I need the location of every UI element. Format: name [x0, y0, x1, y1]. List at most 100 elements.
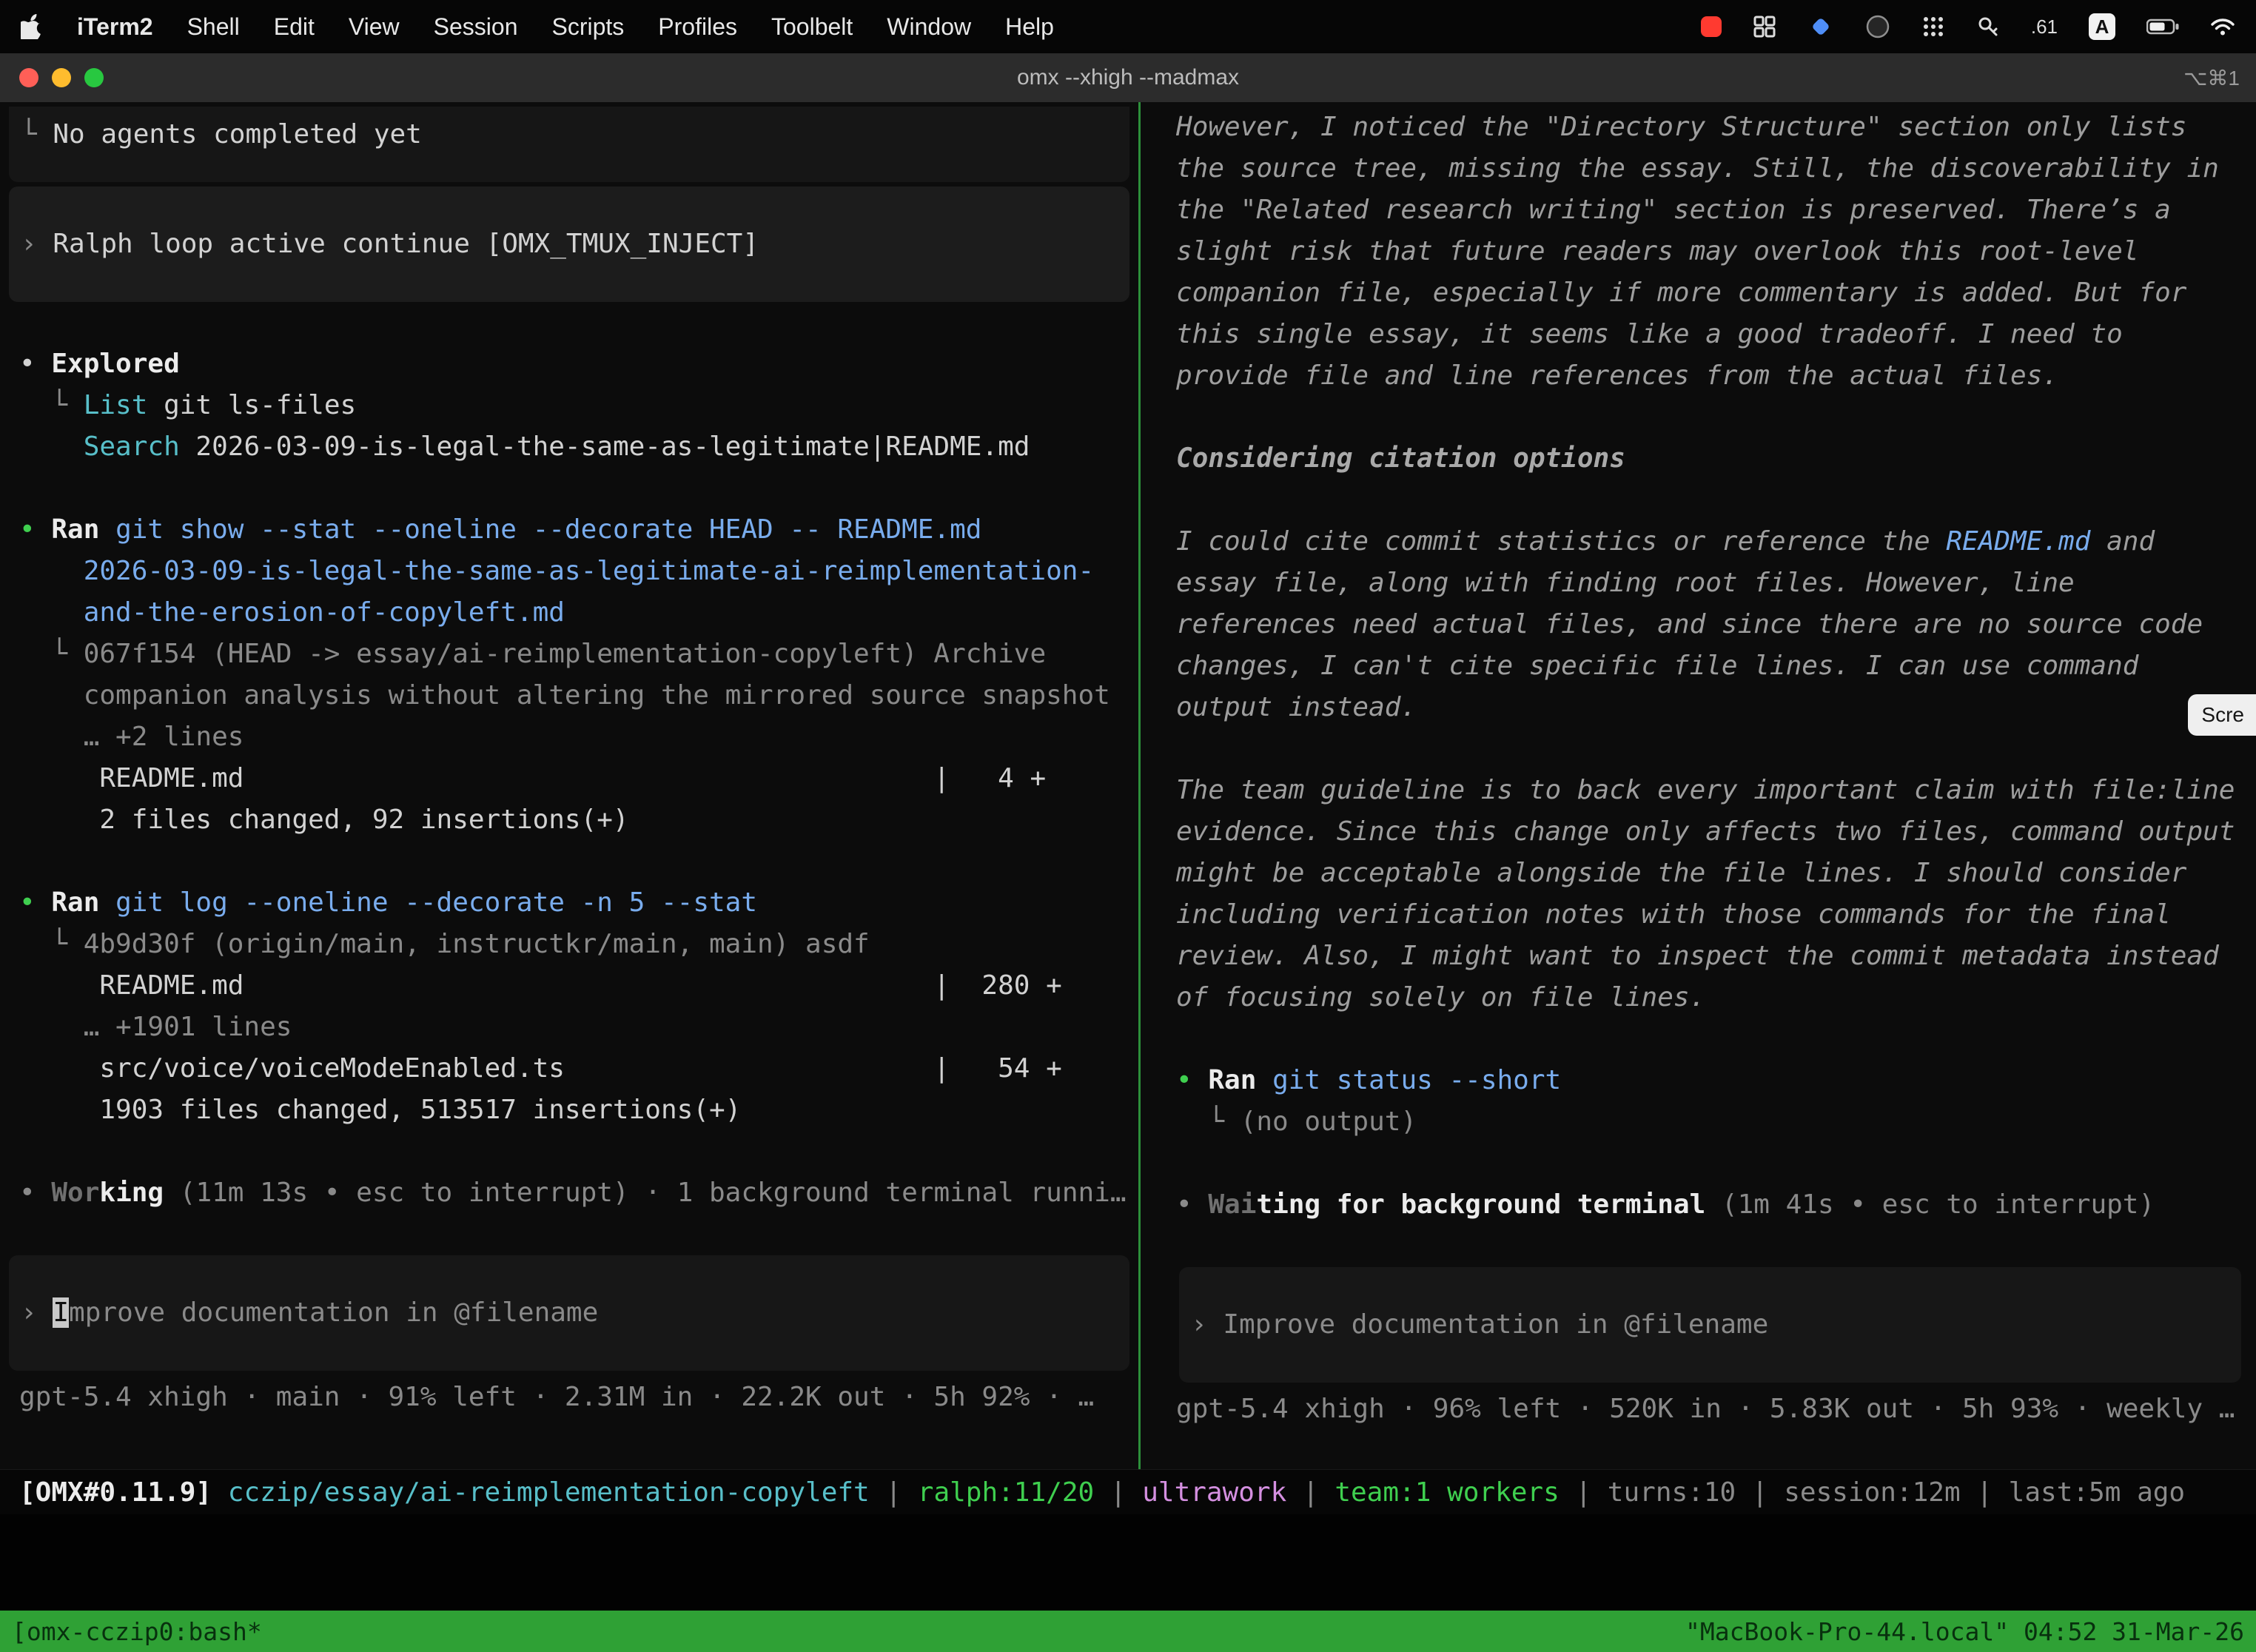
terminal-line: • Ran git status --short [1176, 1060, 2247, 1101]
menu-item-edit[interactable]: Edit [274, 13, 315, 41]
terminal-line: output instead. [1176, 687, 2247, 728]
minimize-button[interactable] [52, 68, 71, 87]
prompt-input[interactable]: › Improve documentation in @filename [9, 1255, 1129, 1371]
tmux-status-bar: [omx-cczip0:bash* "MacBook-Pro-44.local"… [0, 1611, 2256, 1652]
screen-share-tooltip[interactable]: Scre [2188, 694, 2256, 736]
terminal-line [1176, 1018, 2247, 1060]
window-shortcut-badge: ⌥⌘1 [2183, 66, 2256, 90]
zoom-button[interactable] [84, 68, 104, 87]
menu-bar: iTerm2 Shell Edit View Session Scripts P… [0, 0, 2256, 53]
menu-item-scripts[interactable]: Scripts [551, 13, 624, 41]
terminal-line: gpt-5.4 xhigh · 96% left · 520K in · 5.8… [1176, 1389, 2247, 1430]
menu-item-profiles[interactable]: Profiles [658, 13, 737, 41]
terminal-block: • Explored └ List git ls-files Search 20… [0, 302, 1138, 1214]
terminal-line [1176, 728, 2247, 770]
terminal-line [1176, 480, 2247, 521]
prompt-input[interactable]: › Improve documentation in @filename [1179, 1267, 2241, 1383]
terminal-line: • Ran git log --oneline --decorate -n 5 … [19, 882, 1135, 924]
app-switcher-grid-icon[interactable] [1921, 15, 1945, 38]
pane-left[interactable]: └ No agents completed yet › Ralph loop ac… [0, 102, 1138, 1469]
terminal-line [1176, 397, 2247, 438]
terminal-line: provide file and line references from th… [1176, 355, 2247, 397]
terminal-line: the source tree, missing the essay. Stil… [1176, 148, 2247, 189]
terminal-line: of focusing solely on file lines. [1176, 977, 2247, 1018]
terminal-line: essay file, along with finding root file… [1176, 563, 2247, 604]
grid-app-icon[interactable] [1753, 15, 1776, 38]
terminal-line [1176, 1143, 2247, 1184]
terminal-line: › Ralph loop active continue [OMX_TMUX_I… [21, 224, 1118, 265]
terminal-line: … +2 lines [19, 716, 1135, 758]
window-title-bar[interactable]: omx --xhigh --madmax ⌥⌘1 [0, 53, 2256, 103]
terminal-line: 1903 files changed, 513517 insertions(+) [19, 1089, 1135, 1131]
omx-status-bar: [OMX#0.11.9] cczip/essay/ai-reimplementa… [0, 1469, 2256, 1514]
menu-item-help[interactable]: Help [1005, 13, 1054, 41]
terminal-line: including verification notes with those … [1176, 894, 2247, 936]
input-source-indicator[interactable]: A [2089, 13, 2115, 40]
terminal-block: gpt-5.4 xhigh · main · 91% left · 2.31M … [0, 1371, 1138, 1418]
terminal-line [19, 841, 1135, 882]
battery-icon[interactable] [2146, 18, 2179, 36]
terminal-line: this single essay, it seems like a good … [1176, 314, 2247, 355]
terminal-line: └ No agents completed yet [21, 114, 1118, 155]
terminal-line: companion file, especially if more comme… [1176, 272, 2247, 314]
battery-percentage[interactable]: .61 [2031, 16, 2058, 38]
terminal-line: › Improve documentation in @filename [21, 1292, 1118, 1334]
terminal-line: └ 067f154 (HEAD -> essay/ai-reimplementa… [19, 634, 1135, 675]
window-title: omx --xhigh --madmax [0, 65, 2256, 90]
menu-item-session[interactable]: Session [434, 13, 518, 41]
terminal-line: 2026-03-09-is-legal-the-same-as-legitima… [19, 551, 1135, 592]
dark-app-icon[interactable] [1865, 14, 1890, 39]
terminal-line: slight risk that future readers may over… [1176, 231, 2247, 272]
terminal-block: › Ralph loop active continue [OMX_TMUX_I… [9, 187, 1129, 302]
terminal-line: › Improve documentation in @filename [1191, 1304, 2229, 1346]
menu-bar-status-icons: .61 A [1701, 13, 2235, 40]
terminal-line: README.md | 4 + [19, 758, 1135, 799]
terminal-line: └ (no output) [1176, 1101, 2247, 1143]
terminal-line: └ 4b9d30f (origin/main, instructkr/main,… [19, 924, 1135, 965]
terminal-block: └ No agents completed yet [9, 107, 1129, 182]
terminal-line: • Explored [19, 343, 1135, 385]
apple-menu-icon[interactable] [21, 14, 43, 39]
terminal: └ No agents completed yet › Ralph loop ac… [0, 102, 2256, 1469]
terminal-line: • Working (11m 13s • esc to interrupt) ·… [19, 1172, 1135, 1214]
menu-item-iterm2[interactable]: iTerm2 [77, 13, 153, 41]
terminal-line: review. Also, I might want to inspect th… [1176, 936, 2247, 977]
pane-right[interactable]: However, I noticed the "Directory Struct… [1141, 102, 2256, 1469]
terminal-line: • Ran git show --stat --oneline --decora… [19, 509, 1135, 551]
terminal-line: might be acceptable alongside the file l… [1176, 853, 2247, 894]
terminal-block: However, I noticed the "Directory Struct… [1176, 107, 2250, 1226]
menu-item-window[interactable]: Window [887, 13, 971, 41]
tmux-session-window: [omx-cczip0:bash* [12, 1617, 262, 1646]
terminal-line: 2 files changed, 92 insertions(+) [19, 799, 1135, 841]
traffic-lights [0, 68, 104, 87]
terminal-block: gpt-5.4 xhigh · 96% left · 520K in · 5.8… [1176, 1383, 2250, 1430]
terminal-line [19, 1131, 1135, 1172]
terminal-line: The team guideline is to back every impo… [1176, 770, 2247, 811]
tmux-host-clock: "MacBook-Pro-44.local" 04:52 31-Mar-26 [1685, 1617, 2244, 1646]
terminal-line: gpt-5.4 xhigh · main · 91% left · 2.31M … [19, 1377, 1135, 1418]
terminal-line: and-the-erosion-of-copyleft.md [19, 592, 1135, 634]
terminal-line [19, 468, 1135, 509]
close-button[interactable] [19, 68, 38, 87]
screen-recording-stop-icon[interactable] [1701, 16, 1722, 37]
menu-item-toolbelt[interactable]: Toolbelt [771, 13, 853, 41]
key-app-icon[interactable] [1976, 15, 2000, 38]
terminal-line: evidence. Since this change only affects… [1176, 811, 2247, 853]
terminal-line: … +1901 lines [19, 1007, 1135, 1048]
terminal-line: └ List git ls-files [19, 385, 1135, 426]
menu-item-shell[interactable]: Shell [187, 13, 240, 41]
terminal-line: Considering citation options [1176, 438, 2247, 480]
terminal-line: Search 2026-03-09-is-legal-the-same-as-l… [19, 426, 1135, 468]
terminal-line: I could cite commit statistics or refere… [1176, 521, 2247, 563]
terminal-line: • Waiting for background terminal (1m 41… [1176, 1184, 2247, 1226]
menu-item-view[interactable]: View [349, 13, 400, 41]
terminal-line: README.md | 280 + [19, 965, 1135, 1007]
terminal-line: src/voice/voiceModeEnabled.ts | 54 + [19, 1048, 1135, 1089]
terminal-line [19, 302, 1135, 343]
terminal-line: companion analysis without altering the … [19, 675, 1135, 716]
blue-app-icon[interactable] [1807, 13, 1834, 40]
terminal-line: changes, I can't cite specific file line… [1176, 645, 2247, 687]
screen: iTerm2 Shell Edit View Session Scripts P… [0, 0, 2256, 1652]
wifi-icon[interactable] [2210, 17, 2235, 36]
terminal-line: references need actual files, and since … [1176, 604, 2247, 645]
